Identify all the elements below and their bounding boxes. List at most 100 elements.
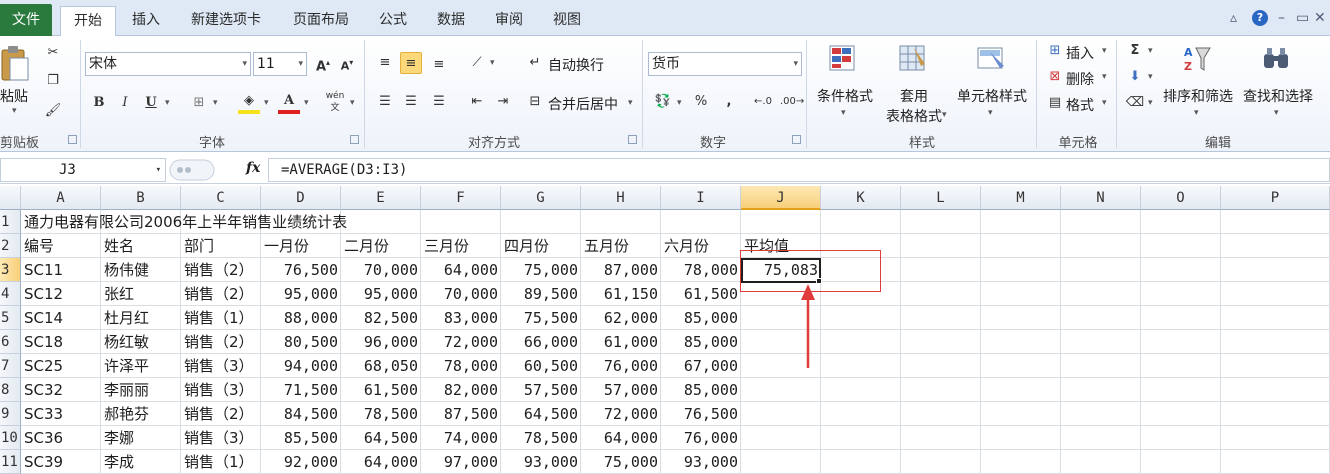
grid-cell[interactable] (1141, 234, 1221, 258)
number-cell[interactable]: 97,000 (421, 450, 501, 474)
column-header-i[interactable]: I (661, 186, 741, 210)
clear-icon[interactable]: ⌫ (1124, 92, 1146, 114)
grid-cell[interactable] (1221, 354, 1330, 378)
number-cell[interactable]: 85,500 (261, 426, 341, 450)
grid-cell[interactable] (1141, 258, 1221, 282)
insert-cells-icon[interactable]: ⊞ (1044, 40, 1066, 62)
window-minimize-icon[interactable]: – (1278, 10, 1285, 26)
header-cell[interactable]: 部门 (181, 234, 261, 258)
grid-cell[interactable] (1221, 210, 1330, 234)
grid-cell[interactable] (421, 210, 501, 234)
text-cell[interactable]: 李丽丽 (101, 378, 181, 402)
number-cell[interactable]: 64,000 (341, 450, 421, 474)
row-header-5[interactable]: 5 (0, 306, 21, 330)
text-cell[interactable]: 销售（1） (181, 306, 261, 330)
grid-cell[interactable] (901, 426, 981, 450)
grid-cell[interactable] (1221, 282, 1330, 306)
clear-dropdown-icon[interactable]: ▾ (1148, 98, 1153, 108)
number-cell[interactable]: 95,000 (341, 282, 421, 306)
text-cell[interactable]: SC33 (21, 402, 101, 426)
grid-cell[interactable] (1221, 402, 1330, 426)
grid-cell[interactable] (1221, 450, 1330, 474)
number-cell[interactable]: 74,000 (421, 426, 501, 450)
number-cell[interactable]: 57,500 (501, 378, 581, 402)
number-cell[interactable]: 78,000 (661, 258, 741, 282)
grid-cell[interactable] (981, 258, 1061, 282)
copy-icon[interactable]: ❐ (42, 70, 64, 92)
select-all-corner[interactable] (0, 186, 21, 210)
number-cell[interactable]: 62,000 (581, 306, 661, 330)
help-icon[interactable]: ? (1252, 10, 1268, 26)
grid-cell[interactable] (901, 306, 981, 330)
grid-cell[interactable] (1061, 426, 1141, 450)
row-header-7[interactable]: 7 (0, 354, 21, 378)
cell-styles-dropdown-icon[interactable]: ▾ (988, 108, 993, 118)
grow-font-button[interactable]: A▴ (312, 52, 334, 74)
column-header-a[interactable]: A (21, 186, 101, 210)
grid-cell[interactable] (981, 402, 1061, 426)
comma-style-button[interactable]: , (718, 91, 740, 113)
grid-cell[interactable] (981, 306, 1061, 330)
grid-cell[interactable] (901, 402, 981, 426)
font-name-select[interactable]: 宋体 ▾ (85, 52, 251, 76)
number-cell[interactable]: 87,000 (581, 258, 661, 282)
grid-cell[interactable] (981, 282, 1061, 306)
delete-dropdown-icon[interactable]: ▾ (1102, 72, 1107, 82)
autosum-dropdown-icon[interactable]: ▾ (1148, 46, 1153, 56)
tab-insert[interactable]: 插入 (124, 6, 168, 36)
underline-button[interactable]: U (140, 92, 162, 114)
grid-cell[interactable] (981, 354, 1061, 378)
formula-splitter-icon[interactable] (168, 158, 228, 182)
phonetic-guide-icon[interactable]: wén 文 (324, 90, 346, 113)
column-header-o[interactable]: O (1141, 186, 1221, 210)
phonetic-dropdown-icon[interactable]: ▾ (350, 98, 355, 108)
insert-cells-button[interactable]: 插入 (1066, 43, 1094, 63)
number-cell[interactable]: 95,000 (261, 282, 341, 306)
grid-cell[interactable] (901, 258, 981, 282)
number-cell[interactable]: 67,000 (661, 354, 741, 378)
find-select-button[interactable]: 查找和选择 (1238, 86, 1318, 106)
column-header-b[interactable]: B (101, 186, 181, 210)
window-close-icon[interactable]: ✕ (1314, 10, 1326, 26)
number-cell[interactable]: 84,500 (261, 402, 341, 426)
fill-dropdown-icon[interactable]: ▾ (1148, 72, 1153, 82)
number-cell[interactable]: 71,500 (261, 378, 341, 402)
number-cell[interactable]: 61,500 (341, 378, 421, 402)
header-cell[interactable]: 编号 (21, 234, 101, 258)
number-cell[interactable]: 82,000 (421, 378, 501, 402)
column-header-g[interactable]: G (501, 186, 581, 210)
number-cell[interactable]: 64,000 (421, 258, 501, 282)
percent-style-button[interactable]: % (690, 91, 712, 113)
conditional-formatting-icon[interactable] (828, 44, 858, 74)
sort-filter-button[interactable]: 排序和筛选 (1158, 86, 1238, 106)
font-color-icon[interactable]: A (278, 90, 300, 114)
row-header-4[interactable]: 4 (0, 282, 21, 306)
grid-cell[interactable] (821, 306, 901, 330)
text-cell[interactable]: SC32 (21, 378, 101, 402)
row-header-1[interactable]: 1 (0, 210, 21, 234)
grid-cell[interactable] (981, 330, 1061, 354)
number-cell[interactable]: 93,000 (501, 450, 581, 474)
number-cell[interactable]: 88,000 (261, 306, 341, 330)
border-icon[interactable]: ⊞ (188, 92, 210, 114)
format-as-table-line1[interactable]: 套用 (893, 86, 935, 106)
grid-cell[interactable] (1061, 282, 1141, 306)
row-header-3[interactable]: 3 (0, 258, 21, 282)
header-cell[interactable]: 二月份 (341, 234, 421, 258)
row-header-9[interactable]: 9 (0, 402, 21, 426)
number-cell[interactable]: 93,000 (661, 450, 741, 474)
number-cell[interactable]: 92,000 (261, 450, 341, 474)
text-cell[interactable]: 张红 (101, 282, 181, 306)
font-size-select[interactable]: 11 ▾ (253, 52, 307, 76)
autosum-button[interactable]: Σ (1124, 40, 1146, 62)
increase-indent-icon[interactable]: ⇥ (492, 91, 514, 113)
merge-dropdown-icon[interactable]: ▾ (628, 98, 633, 108)
alignment-launcher-icon[interactable] (628, 135, 637, 144)
format-cells-icon[interactable]: ▤ (1044, 92, 1066, 114)
text-cell[interactable]: 李成 (101, 450, 181, 474)
insert-dropdown-icon[interactable]: ▾ (1102, 46, 1107, 56)
number-cell[interactable]: 85,000 (661, 306, 741, 330)
grid-cell[interactable] (1061, 402, 1141, 426)
number-cell[interactable]: 64,000 (581, 426, 661, 450)
fill-color-icon[interactable]: ◈ (238, 90, 260, 114)
